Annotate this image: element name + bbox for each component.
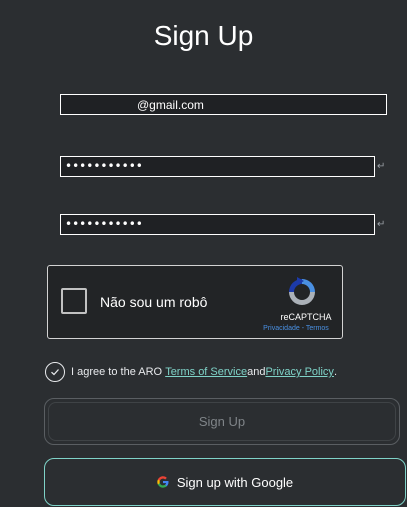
email-input[interactable] [61, 95, 386, 114]
recaptcha-brand: reCAPTCHA [280, 312, 332, 322]
recaptcha-logo-icon [289, 277, 315, 305]
enter-icon: ↵ [377, 219, 386, 230]
recaptcha-privacy-link[interactable]: Privacidade [263, 325, 300, 332]
confirm-password-field[interactable]: ••••••••••• ↵ [60, 214, 385, 235]
password-field[interactable]: ••••••••••• ↵ [60, 156, 385, 177]
google-sign-up-label: Sign up with Google [176, 474, 294, 490]
confirm-password-input[interactable]: ••••••••••• [65, 217, 143, 231]
agree-prefix: I agree to the ARO [71, 366, 163, 378]
agree-middle: and [247, 366, 266, 378]
recaptcha-terms-link[interactable]: Termos [306, 325, 329, 332]
recaptcha-widget: Não sou um robô reCAPTCHA Privacidade - … [47, 265, 343, 339]
privacy-policy-link[interactable]: Privacy Policy [265, 366, 333, 378]
agree-suffix: . [333, 366, 337, 378]
check-icon [51, 369, 59, 376]
recaptcha-label: Não sou um robô [100, 294, 208, 310]
sign-up-button-label: Sign Up [198, 414, 246, 429]
enter-icon: ↵ [377, 161, 386, 172]
recaptcha-checkbox[interactable] [61, 288, 87, 314]
password-input[interactable]: ••••••••••• [65, 159, 143, 173]
google-sign-up-button[interactable]: Sign up with Google [44, 458, 406, 506]
terms-agreement: I agree to the ARO Terms of Service and … [45, 360, 337, 384]
agree-checkbox[interactable] [45, 362, 65, 382]
sign-up-button[interactable]: Sign Up [44, 398, 400, 445]
terms-of-service-link[interactable]: Terms of Service [165, 366, 247, 378]
google-icon [157, 476, 169, 488]
page-title: Sign Up [153, 20, 254, 51]
signup-page: Sign Up ••••••••••• ↵ ••••••••••• ↵ Não … [0, 0, 407, 507]
email-field[interactable] [60, 94, 387, 115]
recaptcha-links: Privacidade - Termos [256, 325, 336, 332]
